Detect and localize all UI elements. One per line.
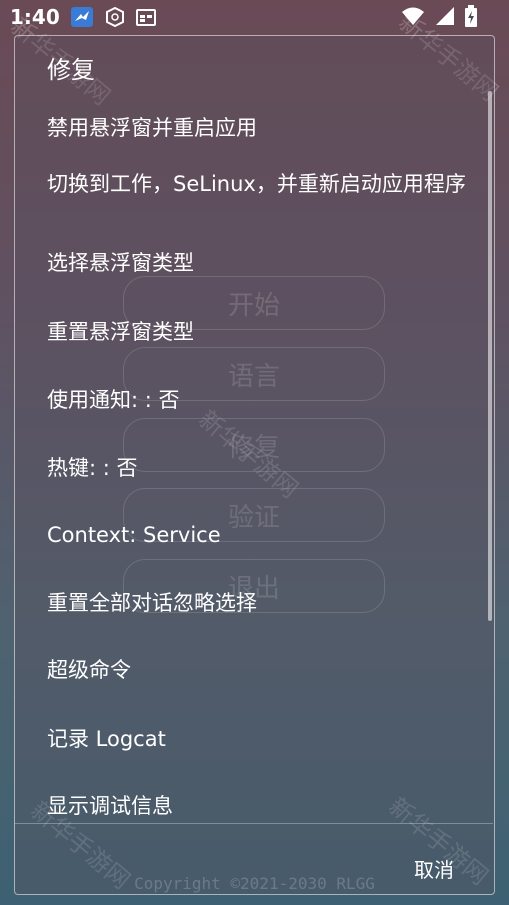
- fingerprint-app-icon: [104, 6, 126, 28]
- battery-charging-icon: [465, 5, 477, 31]
- menu-item-record-logcat[interactable]: 记录 Logcat: [47, 725, 467, 753]
- menu-item-disable-float-restart[interactable]: 禁用悬浮窗并重启应用: [47, 114, 467, 142]
- menu-item-reset-float-type[interactable]: 重置悬浮窗类型: [47, 318, 467, 346]
- dialog-title: 修复: [47, 56, 95, 84]
- menu-item-switch-work-selinux[interactable]: 切换到工作，SeLinux，并重新启动应用程序: [47, 170, 467, 198]
- menu-item-hotkey[interactable]: 热键: : 否: [47, 454, 467, 482]
- dialog-divider: [15, 823, 493, 824]
- cancel-button[interactable]: 取消: [414, 854, 454, 883]
- menu-item-context[interactable]: Context: Service: [47, 521, 467, 549]
- signal-icon: [435, 6, 455, 30]
- menu-item-use-notification[interactable]: 使用通知: : 否: [47, 386, 467, 414]
- menu-item-select-float-type[interactable]: 选择悬浮窗类型: [47, 249, 467, 277]
- menu-scrollbar[interactable]: [488, 91, 492, 621]
- repair-dialog: 修复 禁用悬浮窗并重启应用 切换到工作，SeLinux，并重新启动应用程序 选择…: [14, 35, 495, 895]
- bird-app-icon: [70, 6, 94, 28]
- wifi-icon: [401, 6, 425, 30]
- menu-item-super-command[interactable]: 超级命令: [47, 656, 467, 684]
- status-time: 1:40: [10, 5, 60, 29]
- menu-item-reset-dialog-ignore[interactable]: 重置全部对话忽略选择: [47, 589, 467, 617]
- menu-item-show-debug-info[interactable]: 显示调试信息: [47, 792, 467, 820]
- status-right-icons: [401, 5, 477, 31]
- status-bar: 1:40: [0, 0, 509, 34]
- calendar-icon: [135, 8, 156, 26]
